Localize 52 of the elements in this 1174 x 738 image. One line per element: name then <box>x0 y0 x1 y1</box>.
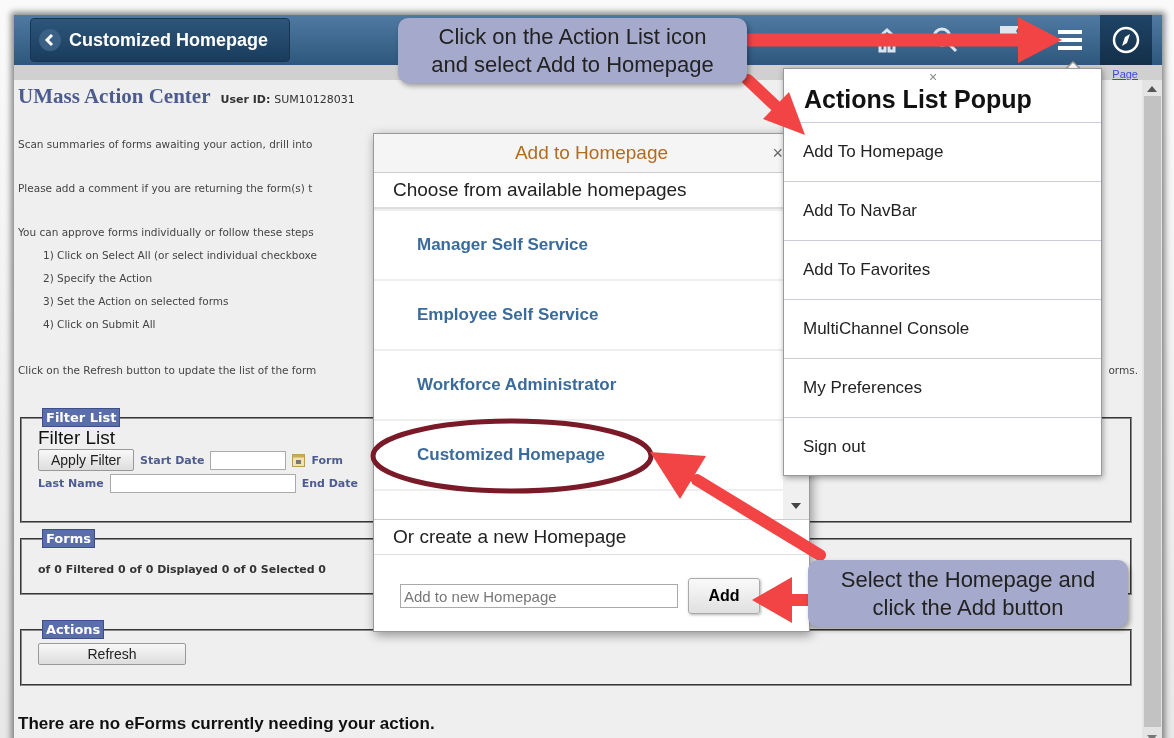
section-legend: Filter List <box>42 408 121 427</box>
callout-note: Click on the Action List icon and select Add to Homepage <box>398 18 747 83</box>
add-button[interactable]: Add <box>688 578 760 614</box>
search-icon[interactable] <box>931 26 959 54</box>
field-label: End Date <box>301 477 358 490</box>
calendar-icon[interactable] <box>292 453 306 467</box>
close-button[interactable]: × <box>929 69 938 85</box>
step-text: 2) Specify the Action <box>43 272 153 284</box>
popup-title: Actions List Popup <box>804 87 1032 112</box>
back-button[interactable]: Customized Homepage <box>30 18 290 62</box>
page-title: UMass Action Center <box>18 84 211 109</box>
apply-filter-button[interactable]: Apply Filter <box>38 449 135 471</box>
instruction-text: Scan summaries of forms awaiting your action, drill into <box>18 138 313 150</box>
section-heading: Or create a new Homepage <box>374 520 809 555</box>
compass-icon <box>1111 25 1141 55</box>
menu-item[interactable]: Sign out <box>784 418 1101 476</box>
page-link[interactable]: Page <box>1112 68 1138 80</box>
navbar-button[interactable] <box>1100 15 1152 65</box>
instruction-text: Click on the Refresh button to update the list of the form <box>18 364 317 376</box>
step-text: 3) Set the Action on selected forms <box>43 295 229 307</box>
menu-item[interactable]: Add To Favorites <box>784 241 1101 300</box>
dialog-title: Add to Homepage <box>514 142 669 164</box>
pointer-arrow <box>742 74 805 135</box>
scroll-up-icon[interactable] <box>1147 86 1157 92</box>
scroll-down-icon[interactable] <box>791 503 801 509</box>
status-message: There are no eForms currently needing your action. <box>18 714 436 734</box>
last-name-field[interactable] <box>109 474 296 493</box>
filter-heading: Filter List <box>38 427 116 449</box>
step-text: 1) Click on Select All (or select individual checkboxe <box>43 249 317 261</box>
chevron-left-icon <box>39 29 61 51</box>
callout-note: Select the Homepage and click the Add button <box>808 560 1128 627</box>
close-button[interactable]: × <box>772 143 783 164</box>
user-id-label: User ID: <box>220 93 271 106</box>
menu-icon[interactable] <box>1057 28 1083 52</box>
step-text: 4) Click on Submit All <box>43 318 156 330</box>
field-label: Form <box>311 453 343 467</box>
section-legend: Forms <box>42 529 95 548</box>
field-label: Last Name <box>38 477 104 490</box>
instruction-text: Please add a comment if you are returning the form(s) t <box>18 182 313 194</box>
new-homepage-field[interactable]: Add to new Homepage <box>400 584 678 608</box>
forms-summary: of 0 Filtered 0 of 0 Displayed 0 of 0 Selected 0 <box>38 563 328 576</box>
user-id: SUM10128031 <box>274 93 355 106</box>
menu-item[interactable]: MultiChannel Console <box>784 300 1101 359</box>
instruction-text: You can approve forms individually or follow these steps <box>18 226 314 238</box>
instruction-text: orms. <box>1108 364 1138 376</box>
scrollbar[interactable] <box>1142 80 1162 738</box>
field-label: Start Date <box>140 453 205 467</box>
section-legend: Actions <box>42 620 105 639</box>
start-date-field[interactable] <box>210 450 287 470</box>
refresh-button[interactable]: Refresh <box>38 643 186 665</box>
menu-item[interactable]: My Preferences <box>784 359 1101 418</box>
flag-icon[interactable] <box>997 24 1021 36</box>
